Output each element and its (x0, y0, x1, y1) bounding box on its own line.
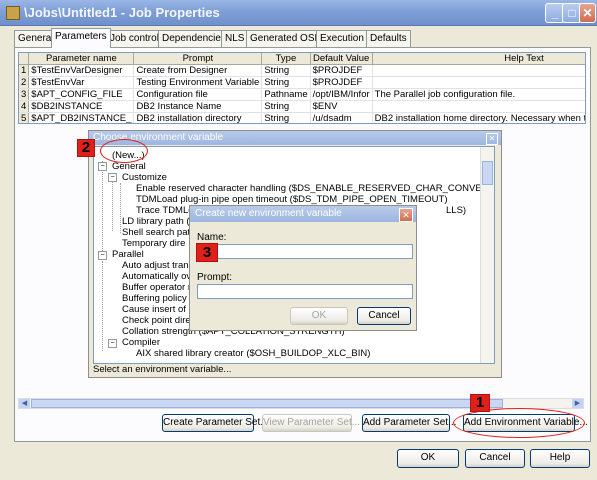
tab-dependencies[interactable]: Dependencies (158, 30, 230, 47)
row-number[interactable]: 1 (19, 64, 30, 77)
grid-header: Parameter name Prompt Type Default Value… (19, 53, 585, 65)
table-row[interactable]: 3 $APT_CONFIG_FILE Configuration file Pa… (19, 88, 585, 101)
prompt-input[interactable] (197, 284, 413, 299)
status-text: Select an environment variable... (93, 364, 232, 375)
column-header[interactable]: Type (261, 53, 311, 65)
name-label: Name: (197, 232, 227, 243)
default-value-cell[interactable]: /u/dsadm (310, 112, 373, 123)
column-header[interactable]: Default Value (310, 53, 373, 65)
param-name-cell[interactable]: $DB2INSTANCE (28, 100, 135, 113)
view-parameter-set-button[interactable]: View Parameter Set... (262, 414, 360, 432)
column-header[interactable]: Help Text (372, 53, 585, 65)
tree-item-variable[interactable]: Temporary dire (122, 238, 185, 249)
row-number[interactable]: 3 (19, 88, 30, 101)
create-parameter-set-button[interactable]: Create Parameter Set... (162, 414, 269, 432)
tab-job-control[interactable]: Job control (106, 30, 163, 47)
help-button[interactable]: Help (530, 449, 590, 468)
type-cell[interactable]: String (261, 112, 311, 123)
tab-generated-osh[interactable]: Generated OSH (246, 30, 326, 47)
collapse-icon[interactable]: − (98, 251, 107, 260)
table-row[interactable]: 4 $DB2INSTANCE DB2 Instance Name String … (19, 100, 585, 113)
ok-button[interactable]: OK (290, 307, 348, 325)
prompt-cell[interactable]: Configuration file (133, 88, 263, 101)
tab-nls[interactable]: NLS (221, 30, 249, 47)
param-name-cell[interactable]: $APT_DB2INSTANCE_ (28, 112, 135, 123)
prompt-cell[interactable]: DB2 installation directory (133, 112, 263, 123)
close-icon[interactable]: ✕ (579, 3, 596, 23)
default-value-cell[interactable]: $PROJDEF (310, 76, 373, 89)
help-text-cell[interactable] (372, 100, 585, 113)
param-name-cell[interactable]: $APT_CONFIG_FILE (28, 88, 135, 101)
default-value-cell[interactable]: $PROJDEF (310, 64, 373, 77)
window-title: \Jobs\Untitled1 - Job Properties (24, 5, 220, 20)
type-cell[interactable]: String (261, 76, 311, 89)
callout-badge: 2 (77, 139, 95, 157)
name-input[interactable] (197, 244, 413, 259)
default-value-cell[interactable]: $ENV (310, 100, 373, 113)
row-number-header (19, 53, 30, 65)
collapse-icon[interactable]: − (98, 162, 107, 171)
callout-ring-new (100, 139, 148, 163)
row-number[interactable]: 4 (19, 100, 30, 113)
tab-parameters[interactable]: Parameters (51, 28, 111, 48)
param-name-cell[interactable]: $TestEnvVarDesigner (28, 64, 135, 77)
tree-item-variable[interactable]: AIX shared library creator ($OSH_BUILDOP… (136, 348, 370, 359)
row-number[interactable]: 2 (19, 76, 30, 89)
column-header[interactable]: Parameter name (28, 53, 135, 65)
prompt-cell[interactable]: Testing Environment Variable (133, 76, 263, 89)
cancel-button[interactable]: Cancel (357, 307, 411, 325)
choose-dialog-title: Choose environment variable (89, 131, 501, 145)
tab-defaults[interactable]: Defaults (366, 30, 411, 47)
param-name-cell[interactable]: $TestEnvVar (28, 76, 135, 89)
scroll-thumb[interactable] (482, 161, 493, 185)
scroll-left-icon[interactable]: ◀ (19, 399, 30, 408)
row-number[interactable]: 5 (19, 112, 30, 123)
table-row[interactable]: 5 $APT_DB2INSTANCE_ DB2 installation dir… (19, 112, 585, 123)
add-parameter-set-button[interactable]: Add Parameter Set... (362, 414, 456, 432)
tree-item-variable[interactable]: TDMLoad plug-in pipe open timeout ($DS_T… (136, 194, 448, 205)
table-row[interactable]: 1 $TestEnvVarDesigner Create from Design… (19, 64, 585, 77)
close-icon[interactable]: ✕ (399, 208, 413, 222)
parameters-grid[interactable]: Parameter name Prompt Type Default Value… (18, 52, 586, 124)
tree-item-variable[interactable]: Enable reserved character handling ($DS_… (136, 183, 494, 194)
scroll-thumb[interactable] (31, 399, 503, 408)
ok-button[interactable]: OK (397, 449, 459, 468)
collapse-icon[interactable]: − (108, 339, 117, 348)
default-value-cell[interactable]: /opt/IBM/Infor (310, 88, 373, 101)
tree-item-customize[interactable]: Customize (122, 172, 167, 183)
type-cell[interactable]: String (261, 64, 311, 77)
horizontal-scrollbar[interactable]: ◀ ▶ (18, 398, 584, 409)
job-properties-icon (6, 6, 20, 20)
table-row[interactable]: 2 $TestEnvVar Testing Environment Variab… (19, 76, 585, 89)
column-header[interactable]: Prompt (133, 53, 263, 65)
prompt-label: Prompt: (197, 272, 233, 283)
tree-item-parallel[interactable]: Parallel (112, 249, 144, 260)
callout-ring-add-env-var (453, 408, 585, 438)
callout-badge: 1 (470, 394, 490, 412)
help-text-cell[interactable] (372, 64, 585, 77)
callout-badge: 3 (196, 243, 218, 262)
create-env-var-dialog: Create new environment variable ✕ Name: … (189, 205, 417, 331)
title-bar: \Jobs\Untitled1 - Job Properties _ □ ✕ (0, 0, 597, 26)
tree-item-compiler[interactable]: Compiler (122, 337, 160, 348)
type-cell[interactable]: String (261, 100, 311, 113)
close-icon[interactable]: ✕ (486, 133, 498, 145)
create-dialog-title: Create new environment variable (190, 206, 416, 222)
prompt-cell[interactable]: DB2 Instance Name (133, 100, 263, 113)
prompt-cell[interactable]: Create from Designer (133, 64, 263, 77)
collapse-icon[interactable]: − (108, 173, 117, 182)
help-text-cell[interactable] (372, 76, 585, 89)
help-text-cell[interactable]: DB2 installation home directory. Necessa… (372, 112, 585, 123)
cancel-button[interactable]: Cancel (465, 449, 525, 468)
vertical-scrollbar[interactable] (480, 147, 494, 363)
help-text-cell[interactable]: The Parallel job configuration file. (372, 88, 585, 101)
type-cell[interactable]: Pathname (261, 88, 311, 101)
tree-item-variable-tail: LLS) (446, 205, 467, 216)
scroll-right-icon[interactable]: ▶ (572, 399, 583, 408)
tab-execution[interactable]: Execution (316, 30, 368, 47)
